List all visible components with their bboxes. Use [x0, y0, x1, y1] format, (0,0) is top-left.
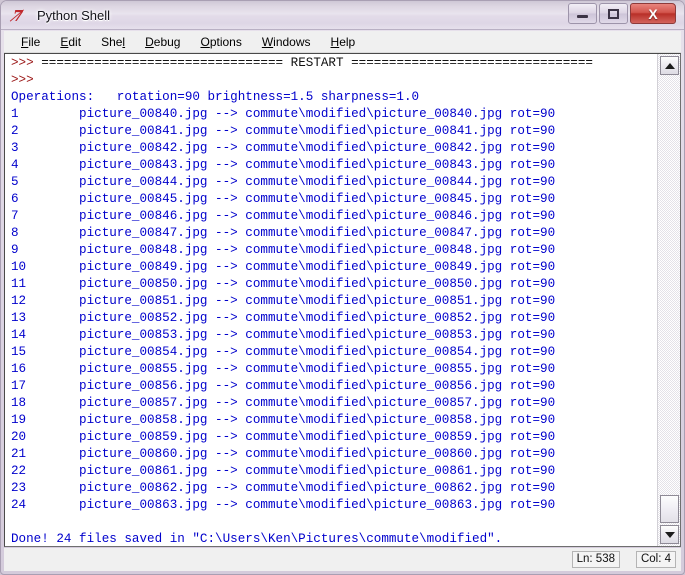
file-row: 9 picture_00848.jpg --> commute\modified…	[11, 243, 556, 257]
arrow-down-icon	[664, 531, 675, 538]
file-row: 21 picture_00860.jpg --> commute\modifie…	[11, 447, 556, 461]
file-row: 22 picture_00861.jpg --> commute\modifie…	[11, 464, 556, 478]
menu-item-windows[interactable]: Windows	[253, 32, 320, 52]
minimize-icon	[569, 4, 596, 23]
menu-item-edit[interactable]: Edit	[51, 32, 90, 52]
file-row: 15 picture_00854.jpg --> commute\modifie…	[11, 345, 556, 359]
arrow-up-icon	[664, 62, 675, 69]
python-logo-icon: 7̸	[13, 7, 23, 25]
file-row: 6 picture_00845.jpg --> commute\modified…	[11, 192, 556, 206]
menu-item-debug[interactable]: Debug	[136, 32, 189, 52]
close-icon: X	[648, 5, 658, 22]
file-row: 5 picture_00844.jpg --> commute\modified…	[11, 175, 556, 189]
restart-banner: >>> ================================ RES…	[11, 56, 593, 70]
status-line-indicator: Ln: 538	[571, 551, 620, 568]
python-shell-window: 7̸ Python Shell X File Edit Shel Debug O…	[0, 0, 685, 575]
titlebar[interactable]: 7̸ Python Shell X	[1, 1, 684, 30]
done-line: Done! 24 files saved in "C:\Users\Ken\Pi…	[11, 532, 503, 546]
operations-header-line: Operations: rotation=90 brightness=1.5 s…	[11, 90, 420, 104]
file-row: 3 picture_00842.jpg --> commute\modified…	[11, 141, 556, 155]
file-row: 7 picture_00846.jpg --> commute\modified…	[11, 209, 556, 223]
file-row: 2 picture_00841.jpg --> commute\modified…	[11, 124, 556, 138]
statusbar: Ln: 538 Col: 4	[4, 548, 681, 571]
menu-label-edit: dit	[68, 34, 82, 49]
vertical-scrollbar[interactable]	[657, 54, 680, 546]
file-row: 10 picture_00849.jpg --> commute\modifie…	[11, 260, 556, 274]
file-row: 18 picture_00857.jpg --> commute\modifie…	[11, 396, 556, 410]
window-title: Python Shell	[37, 8, 110, 23]
file-row: 24 picture_00863.jpg --> commute\modifie…	[11, 498, 556, 512]
menu-item-shell[interactable]: Shel	[92, 32, 134, 52]
maximize-icon	[600, 4, 627, 23]
menu-label-windows: indows	[273, 34, 311, 49]
file-row: 4 picture_00843.jpg --> commute\modified…	[11, 158, 556, 172]
scroll-up-button[interactable]	[660, 56, 679, 75]
menu-label-help: elp	[339, 34, 356, 49]
maximize-button[interactable]	[599, 3, 628, 24]
close-button[interactable]: X	[630, 3, 676, 24]
file-row: 11 picture_00850.jpg --> commute\modifie…	[11, 277, 556, 291]
file-row: 16 picture_00855.jpg --> commute\modifie…	[11, 362, 556, 376]
menu-item-file[interactable]: File	[12, 32, 49, 52]
status-column-indicator: Col: 4	[635, 551, 676, 568]
scrollbar-thumb[interactable]	[660, 495, 679, 523]
file-row: 1 picture_00840.jpg --> commute\modified…	[11, 107, 556, 121]
menu-item-options[interactable]: Options	[191, 32, 250, 52]
file-row: 19 picture_00858.jpg --> commute\modifie…	[11, 413, 556, 427]
file-row: 8 picture_00847.jpg --> commute\modified…	[11, 226, 556, 240]
menu-label-debug: ebug	[153, 34, 181, 49]
file-row: 20 picture_00859.jpg --> commute\modifie…	[11, 430, 556, 444]
minimize-button[interactable]	[568, 3, 597, 24]
menubar: File Edit Shel Debug Options Windows Hel…	[4, 31, 681, 53]
menu-label-shell-a: She	[101, 34, 123, 49]
prompt-line: >>>	[11, 73, 34, 87]
scroll-down-button[interactable]	[660, 525, 679, 544]
menu-label-options: ptions	[209, 34, 242, 49]
file-row: 17 picture_00856.jpg --> commute\modifie…	[11, 379, 556, 393]
file-row: 14 picture_00853.jpg --> commute\modifie…	[11, 328, 556, 342]
file-row: 12 picture_00851.jpg --> commute\modifie…	[11, 294, 556, 308]
file-row: 23 picture_00862.jpg --> commute\modifie…	[11, 481, 556, 495]
console-output[interactable]: >>> ================================ RES…	[5, 54, 657, 546]
file-row: 13 picture_00852.jpg --> commute\modifie…	[11, 311, 556, 325]
shell-text-area[interactable]: >>> ================================ RES…	[4, 53, 681, 547]
menu-label-file: ile	[28, 34, 41, 49]
menu-item-help[interactable]: Help	[322, 32, 365, 52]
